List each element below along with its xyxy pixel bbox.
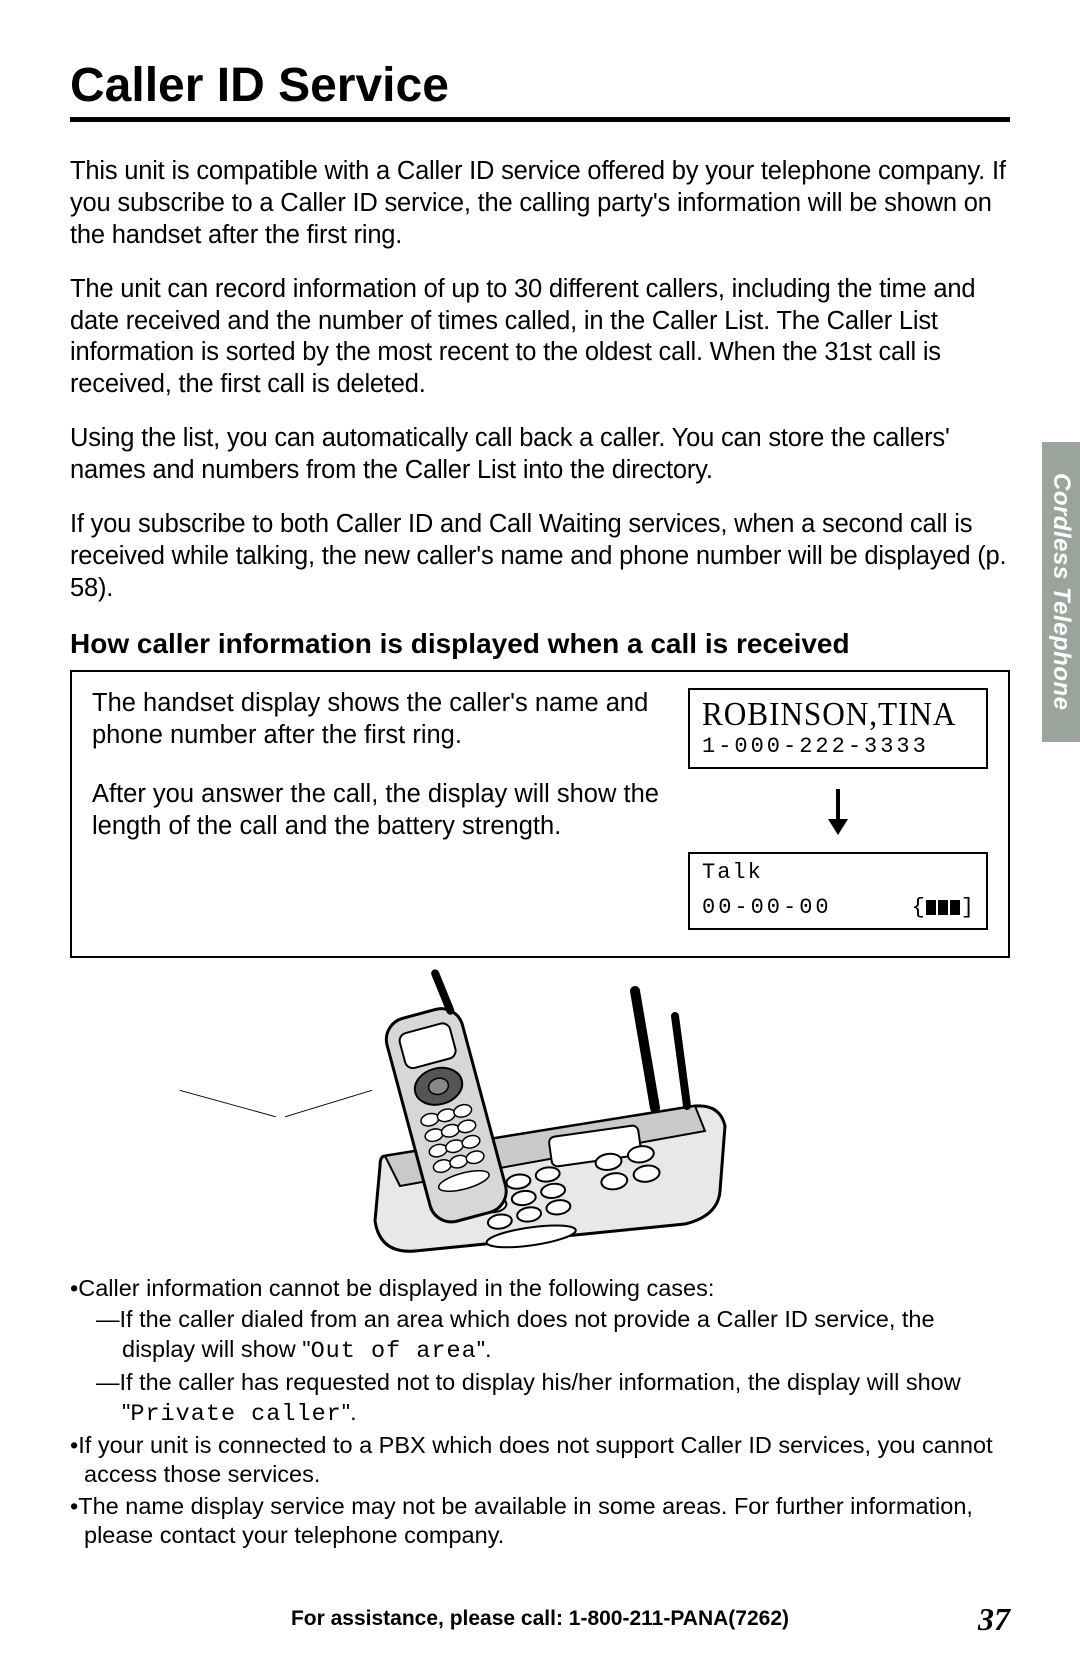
callout-box: The handset display shows the caller's n…	[70, 670, 1010, 958]
arrow-down-icon	[688, 789, 988, 840]
title-rule	[70, 117, 1010, 122]
note-bullet-1: •Caller information cannot be displayed …	[70, 1274, 1010, 1303]
assistance-line: For assistance, please call: 1-800-211-P…	[70, 1607, 1010, 1631]
note-bullet-3: •The name display service may not be ava…	[70, 1492, 1010, 1551]
note-bullet-2: •If your unit is connected to a PBX whic…	[70, 1431, 1010, 1490]
note-dash-2-b: ".	[342, 1399, 357, 1425]
phone-illustration	[70, 956, 1010, 1256]
phone-base-icon	[325, 956, 755, 1256]
intro-paragraph-2: The unit can record information of up to…	[70, 274, 1010, 402]
handset-display-incoming: ROBINSON,TINA 1-000-222-3333	[688, 688, 988, 769]
note-dash-1: —If the caller dialed from an area which…	[70, 1305, 1010, 1366]
code-out-of-area: Out of area	[311, 1338, 477, 1365]
talk-time-row: 00-00-00 {]	[702, 895, 974, 920]
manual-page: Caller ID Service This unit is compatibl…	[0, 0, 1080, 1582]
notes-section: •Caller information cannot be displayed …	[70, 1274, 1010, 1550]
display-column: Talk 00-00-00 {]	[688, 779, 988, 930]
callout-row-2: After you answer the call, the display w…	[92, 779, 988, 930]
caller-number: 1-000-222-3333	[702, 734, 974, 759]
section-subhead: How caller information is displayed when…	[70, 627, 1010, 661]
page-number: 37	[978, 1601, 1010, 1638]
note-dash-2: —If the caller has requested not to disp…	[70, 1368, 1010, 1429]
page-footer: For assistance, please call: 1-800-211-P…	[70, 1607, 1010, 1631]
callout-text-2: After you answer the call, the display w…	[92, 779, 664, 843]
callout-row-1: The handset display shows the caller's n…	[92, 688, 988, 769]
page-title: Caller ID Service	[70, 58, 1010, 113]
intro-paragraph-4: If you subscribe to both Caller ID and C…	[70, 509, 1010, 605]
callout-text-1: The handset display shows the caller's n…	[92, 688, 664, 769]
intro-paragraph-1: This unit is compatible with a Caller ID…	[70, 156, 1010, 252]
code-private-caller: Private caller	[130, 1401, 341, 1428]
battery-icon: {]	[912, 895, 974, 920]
talk-label: Talk	[702, 860, 974, 885]
handset-display-talk: Talk 00-00-00 {]	[688, 852, 988, 930]
caller-name: ROBINSON,TINA	[702, 696, 952, 734]
note-dash-1-b: ".	[477, 1336, 492, 1362]
note-dash-1-a: —If the caller dialed from an area which…	[96, 1306, 935, 1361]
call-timer: 00-00-00	[702, 895, 832, 920]
intro-paragraph-3: Using the list, you can automatically ca…	[70, 423, 1010, 487]
